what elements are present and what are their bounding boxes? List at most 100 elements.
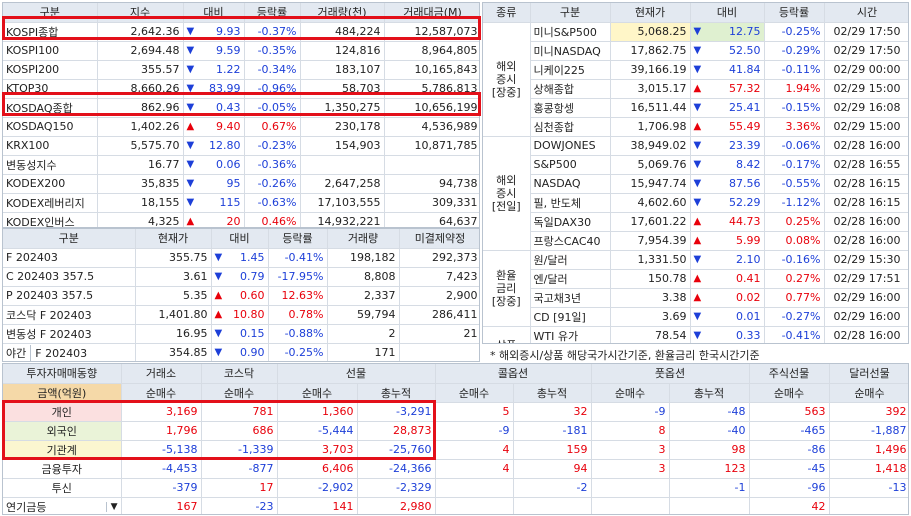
world-row[interactable]: NASDAQ 15,947.74 ▼ 87.56 -0.55% 02/28 16:15: [483, 174, 908, 194]
world-row[interactable]: 상품WTI 유가78.54▼ 0.33-0.41%02/28 16:00: [483, 326, 908, 343]
index-name[interactable]: KOSDAQ150: [3, 117, 98, 137]
futures-row[interactable]: F 202403 355.75 ▼ 1.45 -0.41% 198,182 292,373: [3, 248, 479, 268]
investor-name[interactable]: 투신: [3, 478, 122, 498]
world-row[interactable]: 환율 금리 [장중] 원/달러 1,331.50 ▼ 2.10 -0.16% 02/29 1…: [483, 250, 908, 327]
index-row[interactable]: KODEX인버스 4,325 ▲ 20 0.46% 14,932,221 64,637: [3, 212, 479, 227]
column-header[interactable]: 지수: [97, 3, 184, 23]
investor-row[interactable]: 연기금등 ▼ 167 -23 141 2,980 42: [3, 497, 908, 515]
world-row[interactable]: 홍콩항셍 16,511.44 ▼ 25.41 -0.15% 02/29 16:08: [483, 98, 908, 118]
futures-name[interactable]: 코스닥 F 202403: [3, 305, 136, 325]
index-row[interactable]: KODEX200 35,835 ▼ 95 -0.26% 2,647,258 94,738: [3, 174, 479, 194]
world-name[interactable]: CD [91일]: [530, 307, 611, 327]
world-name[interactable]: 홍콩항셍: [530, 98, 611, 118]
world-name[interactable]: 원/달러: [530, 250, 611, 270]
world-row[interactable]: CD [91일] 3.69 ▼ 0.01 -0.27% 02/29 16:00: [483, 307, 908, 327]
index-row[interactable]: KTOP30 8,660.26 ▼ 83.99 -0.96% 58,703 5,786,81…: [3, 79, 479, 99]
index-name[interactable]: KOSPI100: [3, 41, 98, 61]
index-name[interactable]: KODEX레버리지: [3, 193, 98, 213]
world-name[interactable]: 프랑스CAC40: [530, 231, 611, 251]
investor-row[interactable]: 외국인 1,796 686 -5,444 28,873 -9 -181 8 -40 -465 -1,…: [3, 421, 908, 441]
futures-row[interactable]: C 202403 357.5 3.61 ▼ 0.79 -17.95% 8,808 7,423: [3, 267, 479, 287]
index-name[interactable]: 변동성지수: [3, 155, 98, 175]
investor-row[interactable]: 기관계 -5,138 -1,339 3,703 -25,760 4 159 3 98 -86 1,4…: [3, 440, 908, 460]
investor-select[interactable]: 연기금등 ▼: [6, 499, 118, 515]
futures-name[interactable]: 야간 F 202403: [3, 343, 136, 361]
world-name[interactable]: 필, 반도체: [530, 193, 611, 213]
column-header[interactable]: 구분: [530, 3, 611, 23]
futures-name[interactable]: F 202403: [3, 248, 136, 268]
investor-sub-header[interactable]: 총누적: [513, 383, 592, 403]
world-name[interactable]: 니케이225: [530, 60, 611, 80]
column-header[interactable]: 등락률: [268, 229, 328, 249]
investor-group-header[interactable]: 주식선물: [749, 364, 830, 384]
futures-name[interactable]: C 202403 357.5: [3, 267, 136, 287]
investor-sub-header[interactable]: 순매수: [749, 383, 830, 403]
index-row[interactable]: KOSDAQ종합 862.96 ▼ 0.43 -0.05% 1,350,275 10,656…: [3, 98, 479, 118]
world-row[interactable]: 국고채3년 3.38 ▲ 0.02 0.77% 02/29 16:00: [483, 288, 908, 308]
index-name[interactable]: KRX100: [3, 136, 98, 156]
futures-row[interactable]: 변동성 F 202403 16.95 ▼ 0.15 -0.88% 2 21: [3, 324, 479, 344]
world-row[interactable]: 해외 증시 [장중] 미니S&P500 5,068.25 ▼ 12.75 -0.25% 02…: [483, 22, 908, 137]
world-name[interactable]: 심천종합: [530, 117, 611, 137]
world-name[interactable]: NASDAQ: [530, 174, 611, 194]
investor-name[interactable]: 외국인: [3, 421, 122, 441]
investor-group-header[interactable]: 풋옵션: [591, 364, 750, 384]
futures-row[interactable]: 코스닥 F 202403 1,401.80 ▲ 10.80 0.78% 59,794 286…: [3, 305, 479, 325]
investor-name[interactable]: 개인: [3, 402, 122, 422]
investor-group-header[interactable]: 달러선물: [829, 364, 908, 384]
world-row[interactable]: S&P500 5,069.76 ▼ 8.42 -0.17% 02/28 16:55: [483, 155, 908, 175]
world-row[interactable]: 심천종합 1,706.98 ▲ 55.49 3.36% 02/29 15:00: [483, 117, 908, 137]
world-row[interactable]: 독일DAX30 17,601.22 ▲ 44.73 0.25% 02/28 16:00: [483, 212, 908, 232]
investor-group-header[interactable]: 콜옵션: [435, 364, 592, 384]
index-name[interactable]: KOSDAQ종합: [3, 98, 98, 118]
index-row[interactable]: KOSPI100 2,694.48 ▼ 9.59 -0.35% 124,816 8,964,…: [3, 41, 479, 61]
world-name[interactable]: 독일DAX30: [530, 212, 611, 232]
world-row[interactable]: 해외 증시 [전일] DOWJONES 38,949.02 ▼ 23.39 -0.06% 0…: [483, 136, 908, 251]
column-header[interactable]: 구분: [3, 229, 136, 249]
index-row[interactable]: 변동성지수 16.77 ▼ 0.06 -0.36%: [3, 155, 479, 175]
world-row[interactable]: 미니NASDAQ 17,862.75 ▼ 52.50 -0.29% 02/29 17:50: [483, 41, 908, 61]
column-header[interactable]: 현재가: [135, 229, 212, 249]
investor-name[interactable]: 연기금등 ▼: [3, 497, 122, 515]
world-row[interactable]: 프랑스CAC40 7,954.39 ▲ 5.99 0.08% 02/28 16:00: [483, 231, 908, 251]
column-header[interactable]: 거래량: [327, 229, 400, 249]
index-name[interactable]: KOSPI200: [3, 60, 98, 80]
index-name[interactable]: KTOP30: [3, 79, 98, 99]
column-header[interactable]: 거래량(천): [300, 3, 385, 23]
world-row[interactable]: 엔/달러 150.78 ▲ 0.41 0.27% 02/29 17:51: [483, 269, 908, 289]
investor-name[interactable]: 기관계: [3, 440, 122, 460]
column-header[interactable]: 구분: [3, 3, 98, 23]
investor-row[interactable]: 개인 3,169 781 1,360 -3,291 5 32 -9 -48 563 392: [3, 402, 908, 422]
index-name[interactable]: KODEX200: [3, 174, 98, 194]
world-row[interactable]: 필, 반도체 4,602.60 ▼ 52.29 -1.12% 02/28 16:15: [483, 193, 908, 213]
column-header[interactable]: 대비: [690, 3, 765, 23]
column-header[interactable]: 현재가: [610, 3, 691, 23]
world-row[interactable]: 니케이225 39,166.19 ▼ 41.84 -0.11% 02/29 00:00: [483, 60, 908, 80]
futures-name[interactable]: P 202403 357.5: [3, 286, 136, 306]
index-row[interactable]: KODEX레버리지 18,155 ▼ 115 -0.63% 17,103,555 309,3…: [3, 193, 479, 213]
dropdown-arrow-icon[interactable]: ▼: [105, 501, 118, 512]
investor-row[interactable]: 금융투자 -4,453 -877 6,406 -24,366 4 94 3 123 -45 1,41…: [3, 459, 908, 479]
investor-sub-header[interactable]: 총누적: [669, 383, 750, 403]
index-row[interactable]: KOSPI200 355.57 ▼ 1.22 -0.34% 183,107 10,165,8…: [3, 60, 479, 80]
world-name[interactable]: 미니NASDAQ: [530, 41, 611, 61]
column-header[interactable]: 종류: [483, 3, 531, 23]
world-name[interactable]: WTI 유가: [530, 326, 611, 343]
investor-row[interactable]: 투신 -379 17 -2,902 -2,329 -2 -1 -96 -13: [3, 478, 908, 498]
investor-sub-header[interactable]: 순매수: [201, 383, 278, 403]
index-row[interactable]: KRX100 5,575.70 ▼ 12.80 -0.23% 154,903 10,871,…: [3, 136, 479, 156]
world-name[interactable]: 미니S&P500: [530, 22, 611, 42]
column-header[interactable]: 등락률: [764, 3, 825, 23]
index-name[interactable]: KODEX인버스: [3, 212, 98, 227]
futures-row[interactable]: 야간 F 202403 354.85 ▼ 0.90 -0.25% 171: [3, 343, 479, 361]
investor-group-header[interactable]: 거래소: [121, 364, 202, 384]
investor-sub-header[interactable]: 순매수: [121, 383, 202, 403]
column-header[interactable]: 대비: [211, 229, 269, 249]
world-row[interactable]: 상해종합 3,015.17 ▲ 57.32 1.94% 02/29 15:00: [483, 79, 908, 99]
investor-sub-header[interactable]: 순매수: [435, 383, 514, 403]
index-row[interactable]: KOSPI종합 2,642.36 ▼ 9.93 -0.37% 484,224 12,587,…: [3, 22, 479, 42]
index-name[interactable]: KOSPI종합: [3, 22, 98, 42]
futures-row[interactable]: P 202403 357.5 5.35 ▲ 0.60 12.63% 2,337 2,900: [3, 286, 479, 306]
investor-sub-header[interactable]: 총누적: [357, 383, 436, 403]
investor-group-header[interactable]: 코스닥: [201, 364, 278, 384]
